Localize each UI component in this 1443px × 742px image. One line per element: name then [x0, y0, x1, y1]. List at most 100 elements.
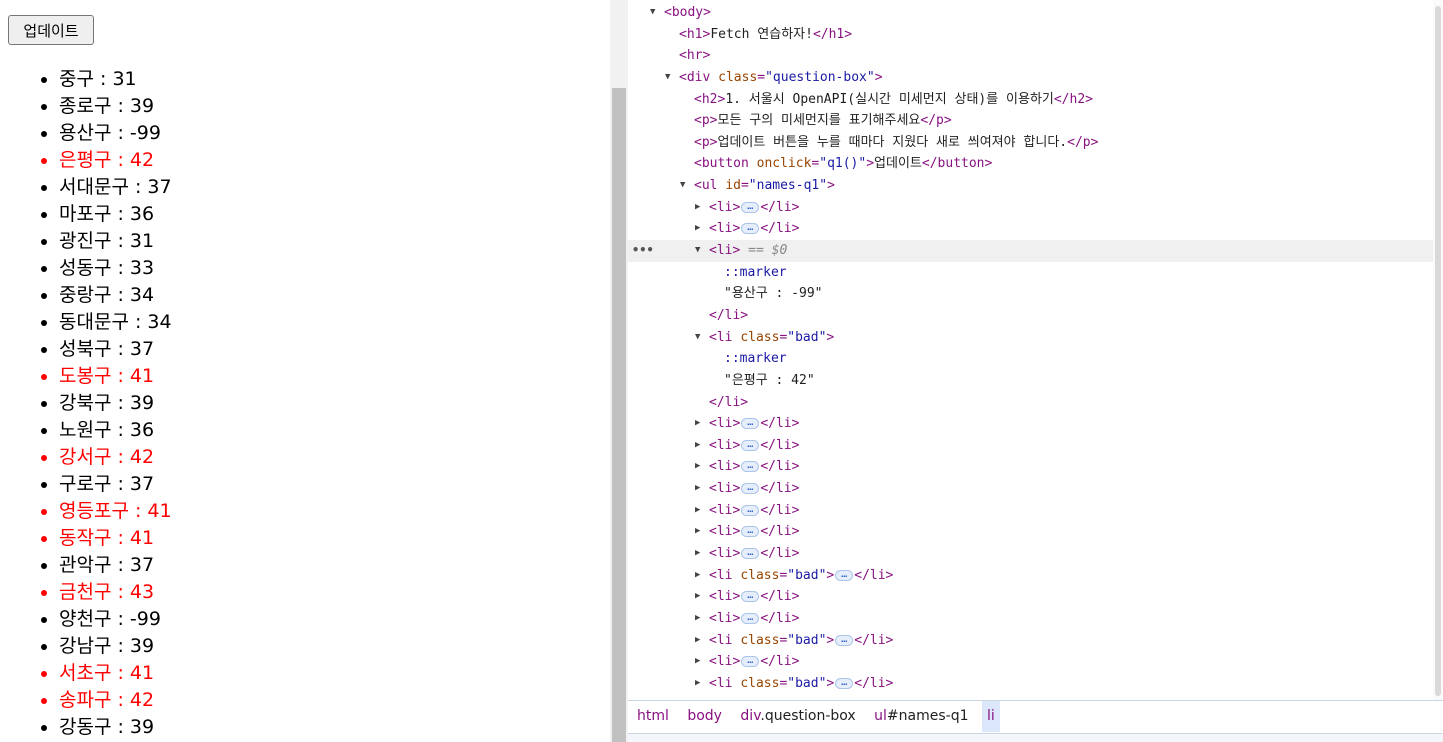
- collapsed-triangle-icon[interactable]: ▶: [695, 673, 700, 695]
- ellipsis-icon[interactable]: …: [741, 504, 760, 516]
- devtools-scrollbar[interactable]: [1433, 0, 1443, 700]
- dom-node-marker[interactable]: ::marker: [628, 262, 1443, 284]
- dom-text-node[interactable]: "은평구 : 42": [628, 370, 1443, 392]
- collapsed-triangle-icon[interactable]: ▶: [695, 500, 700, 522]
- breadcrumb: html body div.question-box ul#names-q1 l…: [628, 700, 1443, 733]
- ellipsis-icon[interactable]: …: [835, 677, 854, 689]
- ellipsis-icon[interactable]: …: [741, 656, 760, 668]
- dom-node-div[interactable]: ▼ <div class="question-box">: [628, 67, 1443, 89]
- dom-node-button[interactable]: <button onclick="q1()">업데이트</button>: [628, 153, 1443, 175]
- page-scrollbar[interactable]: [610, 0, 628, 742]
- collapsed-triangle-icon[interactable]: ▶: [695, 630, 700, 652]
- breadcrumb-body[interactable]: body: [682, 701, 727, 732]
- page-scrollbar-thumb[interactable]: [612, 88, 626, 742]
- breadcrumb-div[interactable]: div.question-box: [735, 701, 860, 732]
- collapsed-triangle-icon[interactable]: ▶: [695, 608, 700, 630]
- breadcrumb-html[interactable]: html: [632, 701, 674, 732]
- district-item: 은평구 : 42: [59, 147, 172, 174]
- dom-node-li-collapsed[interactable]: ▶ <li>… </li>: [628, 435, 1443, 457]
- collapsed-triangle-icon[interactable]: ▶: [695, 435, 700, 457]
- ellipsis-icon[interactable]: …: [741, 548, 760, 560]
- styles-panel-edge: [628, 733, 1443, 742]
- dom-text-node[interactable]: "용산구 : -99": [628, 283, 1443, 305]
- dom-node-li-collapsed[interactable]: ▶ <li>… </li>: [628, 218, 1443, 240]
- dom-node-li-collapsed[interactable]: ▶ <li>… </li>: [628, 413, 1443, 435]
- dom-node-li-collapsed[interactable]: ▶ <li>… </li>: [628, 456, 1443, 478]
- dom-node-li-bad-collapsed[interactable]: ▶ <li class="bad">… </li>: [628, 565, 1443, 587]
- dom-node-body[interactable]: ▼ <body>: [628, 2, 1443, 24]
- ellipsis-icon[interactable]: …: [741, 201, 760, 213]
- dom-node-li-collapsed[interactable]: ▶ <li>… </li>: [628, 586, 1443, 608]
- dom-node-li-collapsed[interactable]: ▶ <li>… </li>: [628, 608, 1443, 630]
- collapsed-triangle-icon[interactable]: ▶: [695, 197, 700, 219]
- district-item: 송파구 : 42: [59, 687, 172, 714]
- dom-node-li-selected[interactable]: ••• ▼ <li> == $0: [628, 240, 1443, 262]
- h1-text: Fetch 연습하자!: [710, 26, 813, 42]
- dom-node-li-bad-collapsed[interactable]: ▶ <li class="bad">… </li>: [628, 673, 1443, 695]
- district-item: 마포구 : 36: [59, 201, 172, 228]
- dom-node-p[interactable]: <p>모든 구의 미세먼지를 표기해주세요</p>: [628, 110, 1443, 132]
- dom-node-marker[interactable]: ::marker: [628, 348, 1443, 370]
- collapsed-triangle-icon[interactable]: ▶: [695, 543, 700, 565]
- district-item: 성동구 : 33: [59, 255, 172, 282]
- breadcrumb-ul[interactable]: ul#names-q1: [869, 701, 973, 732]
- district-item: 노원구 : 36: [59, 417, 172, 444]
- ellipsis-icon[interactable]: …: [741, 483, 760, 495]
- dom-node-li-collapsed[interactable]: ▶ <li>… </li>: [628, 197, 1443, 219]
- collapsed-triangle-icon[interactable]: ▶: [695, 218, 700, 240]
- more-options-icon[interactable]: •••: [632, 240, 654, 262]
- page-viewport: 업데이트 중구 : 31종로구 : 39용산구 : -99은평구 : 42서대문…: [0, 0, 610, 742]
- dom-node-li-collapsed[interactable]: ▶ <li>… </li>: [628, 500, 1443, 522]
- district-item: 관악구 : 37: [59, 552, 172, 579]
- dom-node-h1[interactable]: <h1>Fetch 연습하자!</h1>: [628, 24, 1443, 46]
- selected-marker: == $0: [748, 243, 788, 259]
- district-item: 중구 : 31: [59, 66, 172, 93]
- district-item: 중랑구 : 34: [59, 282, 172, 309]
- collapsed-triangle-icon[interactable]: ▶: [695, 478, 700, 500]
- breadcrumb-li[interactable]: li: [981, 701, 1000, 732]
- district-item: 영등포구 : 41: [59, 498, 172, 525]
- ellipsis-icon[interactable]: …: [741, 223, 760, 235]
- button-text: 업데이트: [874, 156, 922, 172]
- devtools-scrollbar-thumb[interactable]: [1435, 6, 1441, 696]
- expanded-triangle-icon[interactable]: ▼: [665, 67, 670, 89]
- collapsed-triangle-icon[interactable]: ▶: [695, 456, 700, 478]
- ellipsis-icon[interactable]: …: [835, 634, 854, 646]
- dom-node-li-collapsed[interactable]: ▶ <li>… </li>: [628, 478, 1443, 500]
- update-button[interactable]: 업데이트: [8, 15, 94, 45]
- expanded-triangle-icon[interactable]: ▼: [695, 240, 700, 262]
- dom-tree: ▼ <body> <h1>Fetch 연습하자!</h1> <hr> ▼ <di…: [628, 2, 1443, 695]
- ellipsis-icon[interactable]: …: [835, 569, 854, 581]
- ellipsis-icon[interactable]: …: [741, 418, 760, 430]
- ellipsis-icon[interactable]: …: [741, 461, 760, 473]
- ellipsis-icon[interactable]: …: [741, 526, 760, 538]
- expanded-triangle-icon[interactable]: ▼: [680, 175, 685, 197]
- expanded-triangle-icon[interactable]: ▼: [650, 2, 655, 24]
- ellipsis-icon[interactable]: …: [741, 591, 760, 603]
- district-item: 강북구 : 39: [59, 390, 172, 417]
- ellipsis-icon[interactable]: …: [741, 439, 760, 451]
- district-item: 성북구 : 37: [59, 336, 172, 363]
- dom-node-ul[interactable]: ▼ <ul id="names-q1">: [628, 175, 1443, 197]
- collapsed-triangle-icon[interactable]: ▶: [695, 521, 700, 543]
- district-item: 용산구 : -99: [59, 120, 172, 147]
- ellipsis-icon[interactable]: …: [741, 612, 760, 624]
- dom-node-h2[interactable]: <h2>1. 서울시 OpenAPI(실시간 미세먼지 상태)를 이용하기</h…: [628, 89, 1443, 111]
- dom-node-li-collapsed[interactable]: ▶ <li>… </li>: [628, 521, 1443, 543]
- dom-node-p[interactable]: <p>업데이트 버튼을 누를 때마다 지웠다 새로 씌여져야 합니다.</p>: [628, 132, 1443, 154]
- dom-node-li-close[interactable]: </li>: [628, 392, 1443, 414]
- dom-node-li-bad-collapsed[interactable]: ▶ <li class="bad">… </li>: [628, 630, 1443, 652]
- p-text: 업데이트 버튼을 누를 때마다 지웠다 새로 씌여져야 합니다.: [717, 134, 1068, 150]
- dom-node-li-bad[interactable]: ▼ <li class="bad">: [628, 327, 1443, 349]
- dom-node-hr[interactable]: <hr>: [628, 45, 1443, 67]
- collapsed-triangle-icon[interactable]: ▶: [695, 651, 700, 673]
- dom-node-li-collapsed[interactable]: ▶ <li>… </li>: [628, 651, 1443, 673]
- collapsed-triangle-icon[interactable]: ▶: [695, 586, 700, 608]
- collapsed-triangle-icon[interactable]: ▶: [695, 413, 700, 435]
- devtools-elements-panel: ▼ <body> <h1>Fetch 연습하자!</h1> <hr> ▼ <di…: [628, 0, 1443, 742]
- dom-node-li-close[interactable]: </li>: [628, 305, 1443, 327]
- expanded-triangle-icon[interactable]: ▼: [695, 327, 700, 349]
- dom-node-li-collapsed[interactable]: ▶ <li>… </li>: [628, 543, 1443, 565]
- district-item: 양천구 : -99: [59, 606, 172, 633]
- collapsed-triangle-icon[interactable]: ▶: [695, 565, 700, 587]
